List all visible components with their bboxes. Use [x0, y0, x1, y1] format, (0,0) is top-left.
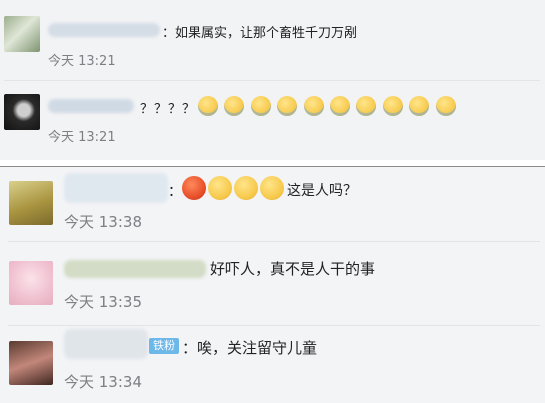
comment-message: 好吓人，真不是人干的事 [210, 260, 376, 278]
confused-face-emoji [234, 176, 258, 200]
sweat-face-emoji [224, 96, 245, 116]
username-blurred[interactable] [64, 173, 168, 203]
comment-time: 今天 13:34 [64, 373, 142, 391]
sweat-face-emoji [382, 96, 403, 116]
comment-message: ：如果属实，让那个畜牲千刀万剐 [162, 26, 358, 41]
comment-panel-bottom: ： 这是人吗？ 今天 13:38 好吓人，真不是人干的事 今天 13:35 铁粉… [0, 166, 545, 403]
sweat-face-emoji [250, 96, 271, 116]
sweat-face-emoji [277, 96, 298, 116]
avatar[interactable] [9, 181, 53, 225]
avatar[interactable] [9, 341, 53, 385]
username-blurred[interactable] [48, 99, 134, 113]
divider [8, 241, 540, 242]
divider [4, 80, 540, 81]
avatar[interactable] [4, 94, 40, 130]
avatar[interactable] [9, 261, 53, 305]
comment-time: 今天 13:35 [64, 293, 142, 311]
comment-message-sep: ： [168, 184, 182, 200]
sweat-face-emoji [435, 96, 456, 116]
fan-badge: 铁粉 [149, 338, 179, 354]
username-blurred[interactable] [48, 23, 160, 37]
comment-message: ？？？？ [140, 102, 197, 117]
comment-time: 今天 13:21 [48, 54, 116, 69]
username-blurred[interactable] [64, 329, 148, 359]
avatar[interactable] [4, 16, 40, 52]
sweat-face-emoji [409, 96, 430, 116]
comment-time: 今天 13:21 [48, 130, 116, 145]
angry-face-emoji [182, 176, 206, 200]
sweat-face-emoji [356, 96, 377, 116]
comment-panel-top: ：如果属实，让那个畜牲千刀万剐 今天 13:21 ？？？？ 今天 13:21 [0, 0, 545, 160]
confused-face-emoji [208, 176, 232, 200]
sweat-face-emoji [303, 96, 324, 116]
username-blurred[interactable] [64, 260, 206, 278]
comment-time: 今天 13:38 [64, 213, 142, 231]
sweat-face-emoji [198, 96, 218, 116]
sweat-face-emoji [330, 96, 350, 116]
divider [8, 325, 540, 326]
confused-face-emoji [260, 176, 284, 200]
comment-message: 这是人吗？ [287, 183, 357, 199]
comment-message: ：唉，关注留守儿童 [182, 339, 318, 357]
